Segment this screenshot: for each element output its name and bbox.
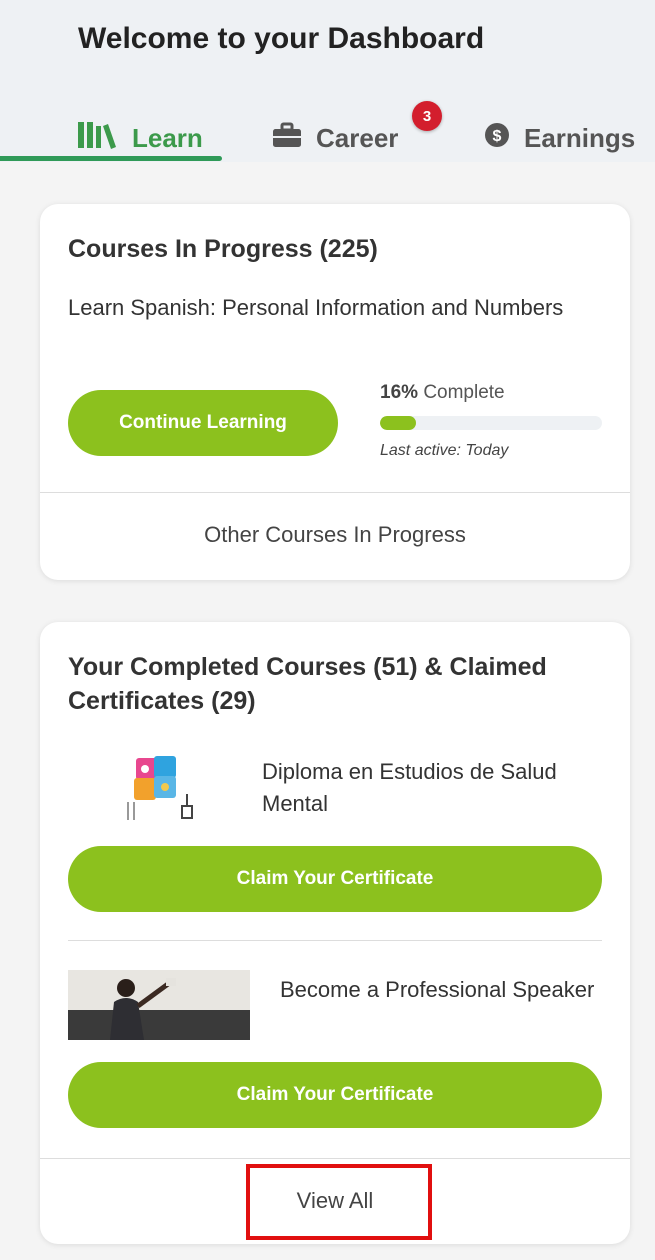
speaker-course-thumbnail xyxy=(68,970,250,1040)
divider xyxy=(40,492,630,493)
dashboard-header: Welcome to your Dashboard Learn Career 3 xyxy=(0,0,655,162)
claim-certificate-button-2[interactable]: Claim Your Certificate xyxy=(68,1062,602,1128)
last-active-text: Last active: Today xyxy=(380,442,509,459)
puzzle-course-thumbnail xyxy=(114,746,204,828)
active-tab-indicator xyxy=(0,156,222,161)
tab-learn-label: Learn xyxy=(132,122,203,153)
divider xyxy=(68,940,602,941)
tab-career-label: Career xyxy=(316,122,399,153)
in-progress-title: Courses In Progress (225) xyxy=(68,235,378,263)
progress-label: 16% Complete xyxy=(380,382,505,404)
svg-text:$: $ xyxy=(493,128,502,145)
completed-title: Your Completed Courses (51) & Claimed Ce… xyxy=(68,653,547,715)
books-icon xyxy=(76,120,118,157)
page-title: Welcome to your Dashboard xyxy=(78,22,485,55)
other-courses-link[interactable]: Other Courses In Progress xyxy=(40,522,630,548)
tab-earnings-label: Earnings xyxy=(524,122,636,153)
completed-course-name-2: Become a Professional Speaker xyxy=(280,977,595,1002)
tab-learn[interactable]: Learn xyxy=(76,120,203,156)
progress-bar xyxy=(380,416,602,430)
tab-career[interactable]: Career xyxy=(272,120,398,156)
career-notification-badge: 3 xyxy=(412,101,442,131)
courses-in-progress-card: Courses In Progress (225) Learn Spanish:… xyxy=(40,204,630,580)
claim-certificate-button-1[interactable]: Claim Your Certificate xyxy=(68,846,602,912)
progress-word: Complete xyxy=(423,382,505,403)
current-course-name: Learn Spanish: Personal Information and … xyxy=(68,295,564,320)
tab-earnings[interactable]: $ Earnings xyxy=(484,120,635,156)
completed-course-name-1: Diploma en Estudios de Salud Mental xyxy=(262,759,557,816)
dollar-coin-icon: $ xyxy=(484,122,510,155)
progress-percent: 16% xyxy=(380,382,419,403)
continue-learning-button[interactable]: Continue Learning xyxy=(68,390,338,456)
progress-bar-fill xyxy=(380,416,416,430)
view-all-link[interactable]: View All xyxy=(40,1188,630,1214)
completed-courses-card: Your Completed Courses (51) & Claimed Ce… xyxy=(40,622,630,1244)
divider xyxy=(40,1158,630,1159)
briefcase-icon xyxy=(272,122,302,155)
